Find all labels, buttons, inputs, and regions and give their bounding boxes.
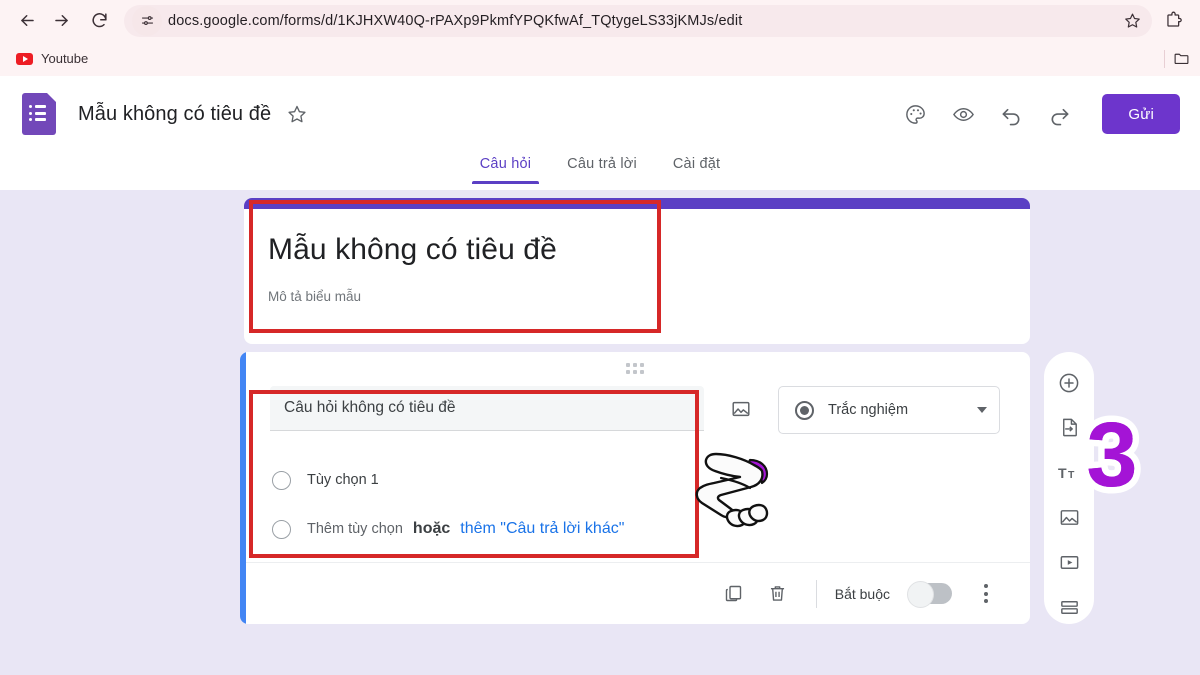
circle-plus-icon[interactable] xyxy=(1052,366,1086,400)
undo-icon[interactable] xyxy=(990,93,1032,135)
forms-app-header: Mẫu không có tiêu đề Gửi xyxy=(0,76,1200,152)
form-tabs: Câu hỏi Câu trả lời Cài đặt xyxy=(0,152,1200,190)
video-icon[interactable] xyxy=(1052,545,1086,579)
browser-chrome: docs.google.com/forms/d/1KJHXW40Q-rPAXp9… xyxy=(0,0,1200,76)
page-title[interactable]: Mẫu không có tiêu đề xyxy=(78,103,271,126)
browser-toolbar: docs.google.com/forms/d/1KJHXW40Q-rPAXp9… xyxy=(0,0,1200,41)
title-card-body: Mẫu không có tiêu đề Mô tả biểu mẫu xyxy=(244,209,1030,304)
radio-filled-icon xyxy=(795,400,814,420)
back-arrow-icon[interactable] xyxy=(10,4,44,38)
question-card-footer: Bắt buộc xyxy=(246,562,1030,624)
google-forms-icon[interactable] xyxy=(22,93,56,135)
site-settings-icon[interactable] xyxy=(132,5,162,36)
trash-icon[interactable] xyxy=(758,574,798,614)
forward-arrow-icon[interactable] xyxy=(44,4,78,38)
question-title-text: Câu hỏi không có tiêu đề xyxy=(284,399,456,416)
question-card-body: Câu hỏi không có tiêu đề Trắc nghiệm Tùy… xyxy=(240,352,1030,549)
add-option-row[interactable]: Thêm tùy chọn hoặc thêm "Câu trả lời khá… xyxy=(272,509,1000,549)
section-icon[interactable] xyxy=(1052,590,1086,624)
extensions-puzzle-icon[interactable] xyxy=(1156,4,1190,38)
youtube-icon xyxy=(16,52,33,65)
tab-responses[interactable]: Câu trả lời xyxy=(553,152,651,184)
radio-outline-icon xyxy=(272,470,291,490)
pointing-hand-cursor xyxy=(688,448,784,536)
required-label: Bắt buộc xyxy=(834,585,890,602)
form-heading-input[interactable]: Mẫu không có tiêu đề xyxy=(268,233,1006,267)
svg-text:3: 3 xyxy=(1086,404,1137,506)
eye-icon[interactable] xyxy=(942,93,984,135)
add-option-or: hoặc xyxy=(412,520,451,537)
divider xyxy=(1164,49,1165,68)
kebab-menu-icon[interactable] xyxy=(966,574,1006,614)
add-other-link[interactable]: thêm "Câu trả lời khác" xyxy=(460,520,624,538)
chevron-down-icon xyxy=(977,407,987,413)
form-title-card[interactable]: Mẫu không có tiêu đề Mô tả biểu mẫu xyxy=(244,198,1030,344)
tab-questions[interactable]: Câu hỏi xyxy=(466,152,545,184)
bookmarks-bar-right xyxy=(1164,41,1190,76)
step-number-badge: 3 3 xyxy=(1058,400,1166,510)
duplicate-icon[interactable] xyxy=(714,574,754,614)
image-icon[interactable] xyxy=(724,392,758,426)
option-label[interactable]: Tùy chọn 1 xyxy=(307,472,379,488)
add-option-text[interactable]: Thêm tùy chọn xyxy=(307,521,403,537)
question-header-row: Câu hỏi không có tiêu đề Trắc nghiệm xyxy=(270,386,1000,434)
url-text[interactable]: docs.google.com/forms/d/1KJHXW40Q-rPAXp9… xyxy=(168,13,1118,29)
form-editor-canvas: Mẫu không có tiêu đề Mô tả biểu mẫu Câu … xyxy=(0,190,1200,675)
reload-icon[interactable] xyxy=(82,4,116,38)
forms-logo-lines xyxy=(29,105,46,121)
radio-outline-icon xyxy=(272,519,291,539)
required-toggle[interactable] xyxy=(907,581,952,608)
options-list: Tùy chọn 1 Thêm tùy chọn hoặc thêm "Câu … xyxy=(270,460,1000,549)
redo-icon[interactable] xyxy=(1038,93,1080,135)
folder-icon[interactable] xyxy=(1173,50,1190,67)
title-card-stripe xyxy=(244,198,1030,209)
question-type-label: Trắc nghiệm xyxy=(828,402,909,418)
question-title-input[interactable]: Câu hỏi không có tiêu đề xyxy=(270,386,704,431)
star-outline-icon[interactable] xyxy=(287,104,307,124)
form-description-input[interactable]: Mô tả biểu mẫu xyxy=(268,289,1006,304)
bookmark-label: Youtube xyxy=(41,51,89,66)
address-bar[interactable]: docs.google.com/forms/d/1KJHXW40Q-rPAXp9… xyxy=(124,4,1152,37)
bookmarks-bar: Youtube xyxy=(0,41,1200,76)
divider xyxy=(815,579,817,608)
bookmark-star-icon[interactable] xyxy=(1118,7,1146,35)
palette-icon[interactable] xyxy=(894,93,936,135)
question-card[interactable]: Câu hỏi không có tiêu đề Trắc nghiệm Tùy… xyxy=(240,352,1030,624)
bookmark-item-youtube[interactable]: Youtube xyxy=(10,48,94,69)
tab-settings[interactable]: Cài đặt xyxy=(659,152,734,184)
drag-handle-icon[interactable] xyxy=(240,363,1030,374)
send-button[interactable]: Gửi xyxy=(1102,94,1180,134)
option-row[interactable]: Tùy chọn 1 xyxy=(272,460,1000,500)
question-type-dropdown[interactable]: Trắc nghiệm xyxy=(778,386,1000,434)
